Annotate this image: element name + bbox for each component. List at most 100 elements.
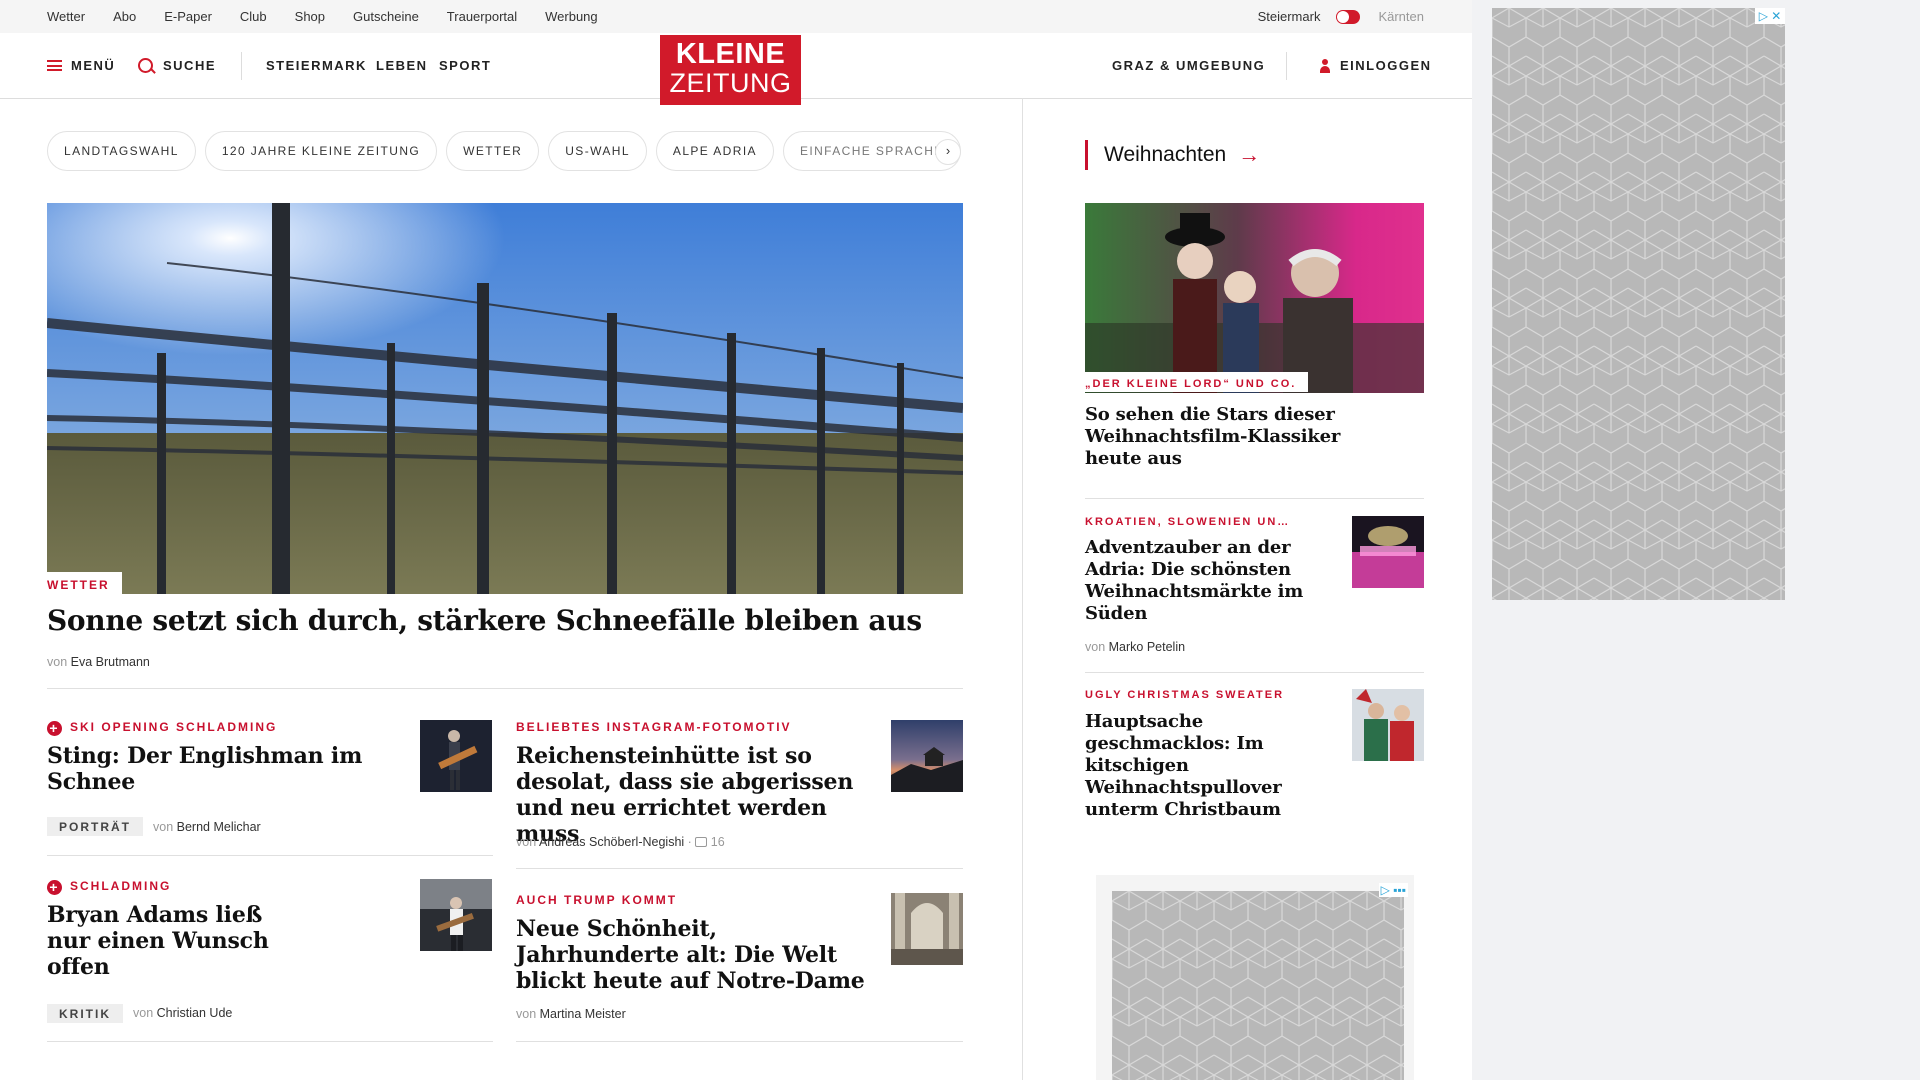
main-header: MENÜ SUCHE STEIERMARK LEBEN SPORT KLEINE… [0, 33, 1472, 105]
article-kicker-text: SKI OPENING SCHLADMING [70, 720, 278, 734]
article-kicker[interactable]: + SCHLADMING [47, 879, 171, 895]
utility-link-werbung[interactable]: Werbung [545, 9, 598, 24]
chip-landtagswahl[interactable]: LANDTAGSWAHL [47, 131, 196, 171]
search-button[interactable]: SUCHE [138, 33, 216, 98]
featured-image[interactable] [1085, 203, 1424, 393]
utility-link-abo[interactable]: Abo [113, 9, 136, 24]
sidebar-thumbnail-sweater[interactable] [1352, 689, 1424, 761]
chip-us-wahl[interactable]: US-WAHL [548, 131, 647, 171]
skyscraper-ad[interactable]: ▷ ✕ [1492, 8, 1785, 600]
chip-120-jahre[interactable]: 120 JAHRE KLEINE ZEITUNG [204, 131, 438, 171]
guitarist-photo [420, 720, 492, 792]
hero-title[interactable]: Sonne setzt sich durch, stärkere Schneef… [47, 603, 967, 639]
article-kicker-text: SCHLADMING [70, 879, 172, 893]
byline-prefix: von [153, 820, 174, 834]
article-thumbnail-bryan-adams[interactable] [420, 879, 492, 951]
article-author[interactable]: Andreas Schöberl-Negishi [539, 835, 684, 849]
search-icon [138, 58, 153, 73]
search-label: SUCHE [163, 58, 217, 73]
featured-title[interactable]: So sehen die Stars dieser Weihnachtsfilm… [1085, 404, 1345, 470]
utility-link-wetter[interactable]: Wetter [47, 9, 85, 24]
mountain-hut-photo [891, 720, 963, 792]
utility-link-trauerportal[interactable]: Trauerportal [447, 9, 517, 24]
sidebar-kicker[interactable]: KROATIEN, SLOWENIEN UN… [1085, 516, 1290, 528]
plus-icon: + [47, 880, 62, 895]
utility-link-shop[interactable]: Shop [295, 9, 325, 24]
byline-prefix: von [516, 835, 537, 849]
nav-leben-label: LEBEN [376, 58, 428, 73]
utility-bar: Wetter Abo E-Paper Club Shop Gutscheine … [0, 0, 1472, 33]
utility-link-epaper[interactable]: E-Paper [164, 9, 212, 24]
page: Wetter Abo E-Paper Club Shop Gutscheine … [0, 0, 1472, 1080]
article-kicker[interactable]: + SKI OPENING SCHLADMING [47, 720, 277, 736]
hamburger-icon [47, 60, 62, 71]
logo-line-1: KLEINE [675, 38, 786, 70]
login-button[interactable]: EINLOGGEN [1320, 33, 1432, 98]
sidebar-thumbnail-advent[interactable] [1352, 516, 1424, 588]
article-author[interactable]: Bernd Melichar [177, 820, 261, 834]
sidebar-byline: von Marko Petelin [1085, 640, 1185, 654]
article-thumbnail-notre-dame[interactable] [891, 893, 963, 965]
adchoices-icon[interactable]: ▷ ▪▪▪ [1378, 883, 1408, 897]
region-switch: Steiermark Kärnten [1258, 0, 1424, 33]
section-heading-weihnachten[interactable]: Weihnachten → [1085, 140, 1260, 170]
cathedral-interior-photo [891, 893, 963, 965]
article-thumbnail-huette[interactable] [891, 720, 963, 792]
article-byline: von Andreas Schöberl-Negishi · 16 [516, 835, 725, 849]
login-label: EINLOGGEN [1340, 58, 1432, 73]
user-icon [1320, 58, 1330, 73]
article-title[interactable]: Sting: Der Englishman im Schnee [47, 743, 407, 795]
hero-kicker[interactable]: WETTER [47, 572, 122, 596]
christmas-market-photo [1352, 516, 1424, 588]
utility-link-gutscheine[interactable]: Gutscheine [353, 9, 419, 24]
utility-links: Wetter Abo E-Paper Club Shop Gutscheine … [47, 0, 626, 33]
nav-steiermark-label: STEIERMARK [266, 58, 367, 73]
sidebar-author[interactable]: Marko Petelin [1109, 640, 1185, 654]
sweater-people-photo [1352, 689, 1424, 761]
header-divider-right [1286, 51, 1287, 80]
kleine-zeitung-logo[interactable]: KLEINE ZEITUNG [660, 35, 801, 105]
menu-label: MENÜ [71, 58, 116, 73]
section-title: Weihnachten [1104, 143, 1227, 166]
article-kicker[interactable]: AUCH TRUMP KOMMT [516, 893, 677, 907]
hero-author[interactable]: Eva Brutmann [71, 655, 150, 669]
article-kicker[interactable]: BELIEBTES INSTAGRAM-FOTOMOTIV [516, 720, 792, 734]
utility-link-club[interactable]: Club [240, 9, 267, 24]
article-author[interactable]: Martina Meister [540, 1007, 626, 1021]
plus-icon: + [47, 721, 62, 736]
article-title[interactable]: Bryan Adams ließ nur einen Wunsch offen [47, 902, 297, 980]
topic-chips: LANDTAGSWAHL 120 JAHRE KLEINE ZEITUNG WE… [47, 131, 970, 171]
chip-scroll-right-button[interactable]: › [935, 139, 961, 165]
hero-image[interactable] [47, 203, 963, 594]
region-steiermark[interactable]: Steiermark [1258, 9, 1321, 24]
sidebar-title[interactable]: Adventzauber an der Adria: Die schönsten… [1085, 537, 1305, 625]
sidebar-title[interactable]: Hauptsache geschmacklos: Im kitschigen W… [1085, 711, 1335, 821]
region-toggle[interactable] [1336, 9, 1361, 24]
article-title[interactable]: Neue Schönheit, Jahrhunderte alt: Die We… [516, 916, 876, 994]
comment-icon [695, 837, 708, 847]
local-region-link[interactable]: GRAZ & UMGEBUNG [1112, 33, 1265, 98]
concert-photo [420, 879, 492, 951]
sidebar-ad[interactable]: ▷ ▪▪▪ [1096, 875, 1414, 1080]
nav-sport[interactable]: SPORT [439, 33, 491, 98]
genre-tag: KRITIK [47, 1004, 123, 1023]
article-author[interactable]: Christian Ude [157, 1006, 233, 1020]
genre-tag: PORTRÄT [47, 817, 143, 836]
article-title[interactable]: Reichensteinhütte ist so desolat, dass s… [516, 743, 876, 847]
adchoices-close-icon[interactable]: ▷ ✕ [1755, 8, 1785, 24]
comment-count[interactable]: 16 [711, 835, 725, 849]
region-kaernten[interactable]: Kärnten [1378, 9, 1424, 24]
chip-wetter[interactable]: WETTER [446, 131, 540, 171]
nav-leben[interactable]: LEBEN [376, 33, 428, 98]
featured-kicker[interactable]: „DER KLEINE LORD“ UND CO. [1085, 372, 1309, 392]
byline-prefix: von [133, 1006, 154, 1020]
sidebar-kicker[interactable]: UGLY CHRISTMAS SWEATER [1085, 689, 1284, 701]
byline-prefix: von [1085, 640, 1106, 654]
nav-steiermark[interactable]: STEIERMARK [266, 33, 367, 98]
arrow-right-icon: → [1238, 142, 1261, 167]
article-divider [516, 1041, 963, 1042]
sidebar-divider [1085, 498, 1424, 499]
chip-alpe-adria[interactable]: ALPE ADRIA [655, 131, 774, 171]
article-thumbnail-sting[interactable] [420, 720, 492, 792]
menu-button[interactable]: MENÜ [47, 33, 115, 98]
